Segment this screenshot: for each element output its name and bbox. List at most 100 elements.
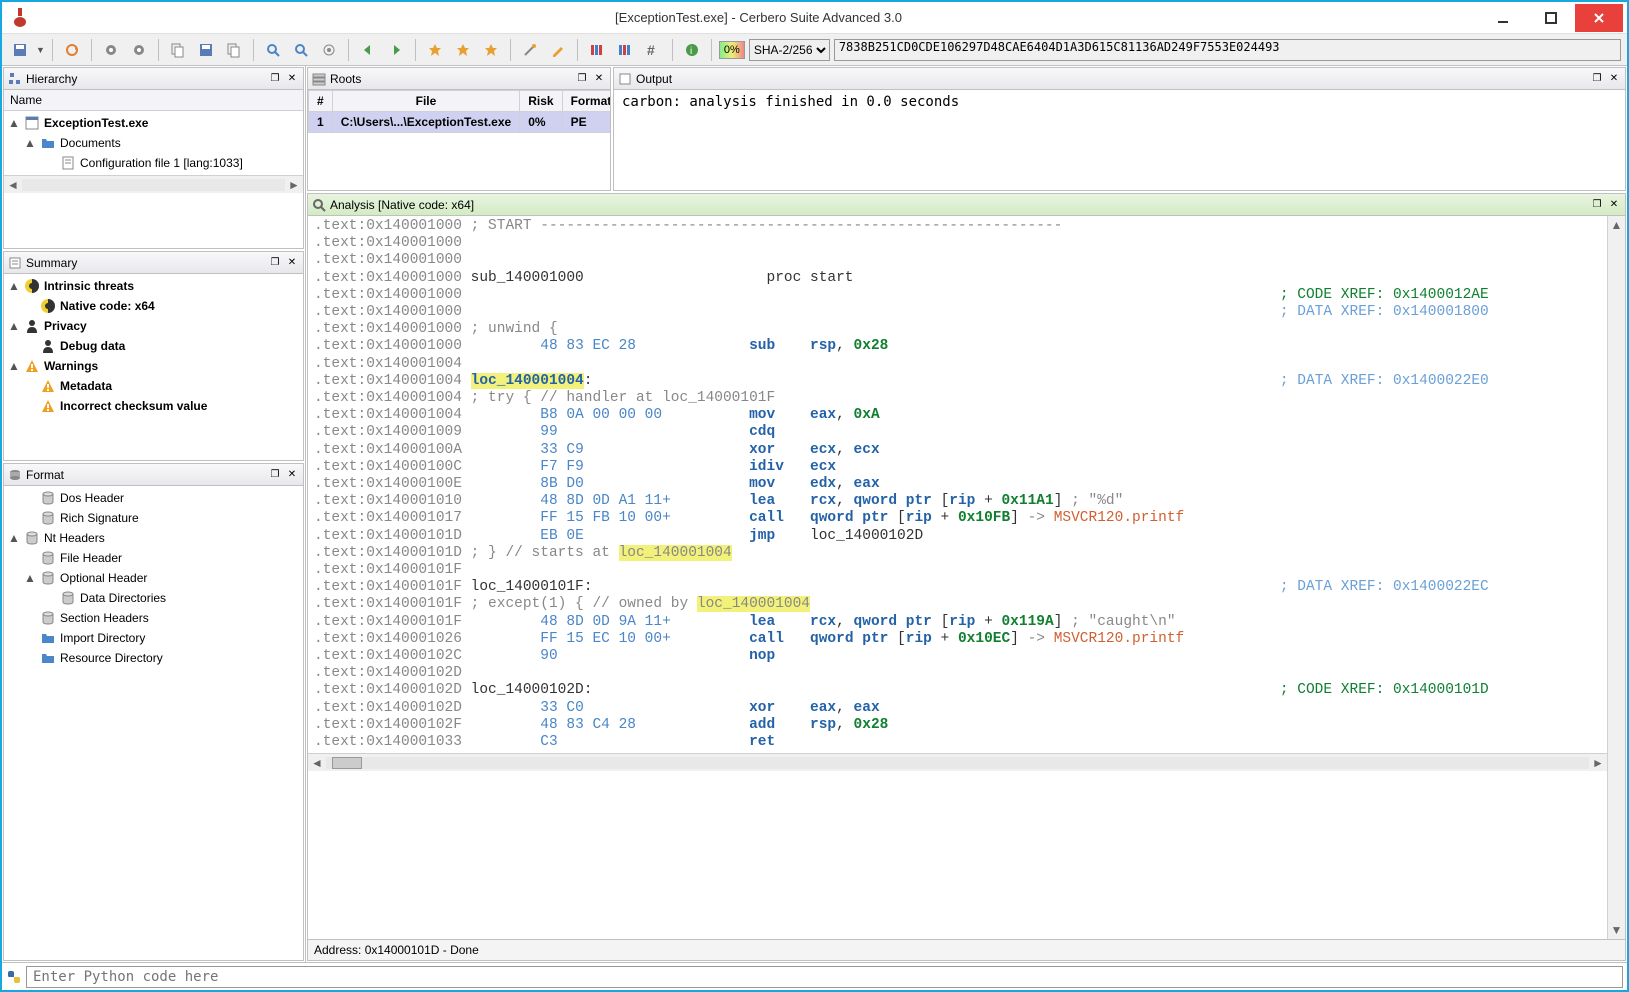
tree-item[interactable]: Metadata [4, 376, 303, 396]
forward-icon[interactable] [384, 38, 408, 62]
tree-item[interactable]: Dos Header [4, 488, 303, 508]
output-title: Output [636, 72, 672, 86]
hierarchy-panel: Hierarchy ❐ ✕ Name ▲ExceptionTest.exe▲Do… [3, 67, 304, 249]
wand-icon[interactable] [518, 38, 542, 62]
zoom-in-icon[interactable] [261, 38, 285, 62]
db-icon [40, 550, 56, 566]
tree-item[interactable]: Debug data [4, 336, 303, 356]
roots-row[interactable]: 1 C:\Users\...\ExceptionTest.exe 0% PE [309, 112, 611, 133]
tree-item[interactable]: Configuration file 1 [lang:1033] [4, 153, 303, 173]
panel-float-icon[interactable]: ❐ [268, 72, 282, 86]
star-add-icon[interactable] [451, 38, 475, 62]
zoom-out-icon[interactable] [289, 38, 313, 62]
python-input[interactable] [26, 966, 1623, 988]
svg-text:i: i [690, 46, 692, 57]
panel-close-icon[interactable]: ✕ [1607, 198, 1621, 212]
output-text[interactable]: carbon: analysis finished in 0.0 seconds [614, 90, 1625, 190]
roots-col-format[interactable]: Format [562, 91, 610, 112]
analysis-vscrollbar[interactable]: ▲▼ [1607, 216, 1625, 939]
tree-item[interactable]: ▲Nt Headers [4, 528, 303, 548]
summary-icon [8, 256, 22, 270]
star-remove-icon[interactable] [479, 38, 503, 62]
roots-table[interactable]: # File Risk Format 1 C:\Users\...\Except… [308, 90, 610, 133]
tree-item-label: Warnings [44, 359, 98, 373]
gear-icon[interactable] [99, 38, 123, 62]
risk-percent: 0% [719, 41, 745, 59]
close-button[interactable] [1575, 4, 1623, 32]
warn-icon [24, 358, 40, 374]
warn-icon [40, 378, 56, 394]
tree-item-label: Import Directory [60, 631, 145, 645]
tree-item-label: Privacy [44, 319, 87, 333]
app-icon [12, 8, 32, 28]
threat-icon [24, 278, 40, 294]
db-icon [60, 590, 76, 606]
hierarchy-title: Hierarchy [26, 72, 77, 86]
exe-icon [24, 115, 40, 131]
bars1-icon[interactable] [585, 38, 609, 62]
copy-icon[interactable] [166, 38, 190, 62]
tree-item[interactable]: Native code: x64 [4, 296, 303, 316]
panel-close-icon[interactable]: ✕ [1607, 72, 1621, 86]
panel-float-icon[interactable]: ❐ [1590, 72, 1604, 86]
tree-item-label: Documents [60, 136, 121, 150]
hash-value[interactable]: 7838B251CD0CDE106297D48CAE6404D1A3D615C8… [834, 39, 1621, 61]
db-icon [40, 610, 56, 626]
minimize-button[interactable] [1479, 4, 1527, 32]
roots-col-num[interactable]: # [309, 91, 333, 112]
tree-item[interactable]: ▲Intrinsic threats [4, 276, 303, 296]
panel-close-icon[interactable]: ✕ [285, 468, 299, 482]
analysis-hscrollbar[interactable]: ◄► [308, 753, 1607, 771]
refresh-icon[interactable] [60, 38, 84, 62]
roots-panel: Roots ❐ ✕ # File Risk Format [307, 67, 611, 191]
tree-item-label: Nt Headers [44, 531, 105, 545]
hierarchy-icon [8, 72, 22, 86]
copy2-icon[interactable] [222, 38, 246, 62]
svg-text:#: # [647, 42, 655, 58]
format-icon [8, 468, 22, 482]
panel-close-icon[interactable]: ✕ [285, 72, 299, 86]
roots-title: Roots [330, 72, 361, 86]
maximize-button[interactable] [1527, 4, 1575, 32]
panel-float-icon[interactable]: ❐ [575, 72, 589, 86]
hierarchy-column-header[interactable]: Name [4, 90, 303, 111]
panel-float-icon[interactable]: ❐ [268, 468, 282, 482]
tree-item[interactable]: ▲Warnings [4, 356, 303, 376]
tree-item[interactable]: Data Directories [4, 588, 303, 608]
disassembly-view[interactable]: .text:0x140001000 ; START --------------… [308, 216, 1607, 753]
gear2-icon[interactable] [127, 38, 151, 62]
save2-icon[interactable] [194, 38, 218, 62]
panel-float-icon[interactable]: ❐ [268, 256, 282, 270]
panel-float-icon[interactable]: ❐ [1590, 198, 1604, 212]
tree-item[interactable]: Incorrect checksum value [4, 396, 303, 416]
tree-item[interactable]: Rich Signature [4, 508, 303, 528]
tree-item[interactable]: ▲Documents [4, 133, 303, 153]
tree-item[interactable]: File Header [4, 548, 303, 568]
tree-item[interactable]: ▲ExceptionTest.exe [4, 113, 303, 133]
analysis-panel: Analysis [Native code: x64] ❐ ✕ .text:0x… [307, 193, 1626, 961]
roots-col-risk[interactable]: Risk [520, 91, 562, 112]
tree-item[interactable]: ▲Privacy [4, 316, 303, 336]
tree-item-label: Optional Header [60, 571, 147, 585]
info-icon[interactable]: i [680, 38, 704, 62]
tree-item[interactable]: ▲Optional Header [4, 568, 303, 588]
panel-close-icon[interactable]: ✕ [592, 72, 606, 86]
tree-item[interactable]: Section Headers [4, 608, 303, 628]
format-title: Format [26, 468, 64, 482]
hash-icon[interactable]: # [641, 38, 665, 62]
tree-item[interactable]: Import Directory [4, 628, 303, 648]
roots-col-file[interactable]: File [332, 91, 520, 112]
star-icon[interactable] [423, 38, 447, 62]
window-title: [ExceptionTest.exe] - Cerbero Suite Adva… [38, 10, 1479, 25]
python-bar [2, 962, 1627, 990]
pencil-icon[interactable] [546, 38, 570, 62]
hash-algo-select[interactable]: SHA-2/256 [749, 39, 830, 61]
bars2-icon[interactable] [613, 38, 637, 62]
tree-item[interactable]: Resource Directory [4, 648, 303, 668]
back-icon[interactable] [356, 38, 380, 62]
hierarchy-scrollbar[interactable]: ◄► [4, 175, 303, 193]
folder-icon [40, 135, 56, 151]
target-icon[interactable] [317, 38, 341, 62]
save-icon[interactable] [8, 38, 32, 62]
panel-close-icon[interactable]: ✕ [285, 256, 299, 270]
